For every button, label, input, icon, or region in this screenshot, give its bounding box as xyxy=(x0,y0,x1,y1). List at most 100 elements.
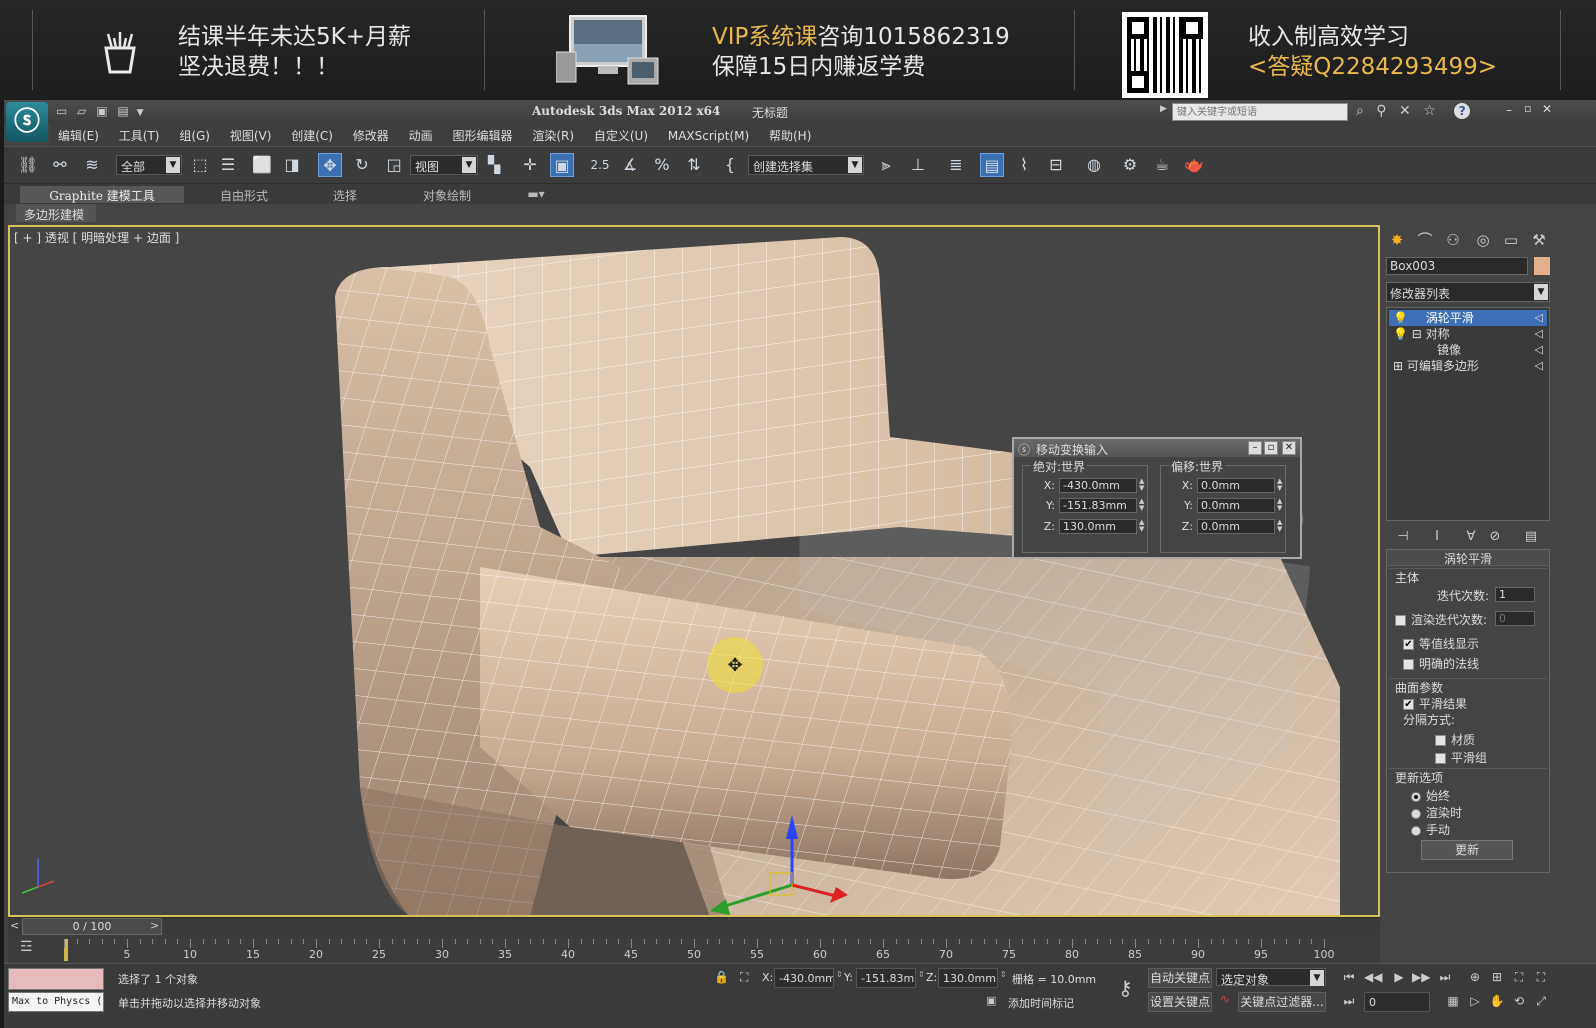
go-to-start-icon[interactable]: ⏮ xyxy=(1340,968,1358,986)
rectangle-selection-icon[interactable]: ⬜ xyxy=(250,153,274,177)
materials-checkbox[interactable] xyxy=(1435,735,1446,746)
spinner-icon[interactable]: ▲ ▼ xyxy=(1139,519,1147,534)
chevron-right-icon[interactable]: > xyxy=(150,919,159,932)
material-editor-icon[interactable]: ◍ xyxy=(1082,153,1106,177)
keyboard-shortcut-override-icon[interactable]: ▣ xyxy=(550,153,574,177)
render-production-icon[interactable]: 🫖 xyxy=(1182,153,1206,177)
selection-filter-dropdown[interactable]: 全部 ▼ xyxy=(116,155,182,175)
explicit-normals-checkbox[interactable] xyxy=(1403,659,1414,670)
iterations-input[interactable]: 1 xyxy=(1495,587,1535,602)
zoom-icon[interactable]: ⊕ xyxy=(1466,968,1484,986)
hierarchy-panel-icon[interactable]: ⚇ xyxy=(1442,229,1464,251)
stack-item-turbosmooth[interactable]: 💡 涡轮平滑 ◁ xyxy=(1389,310,1547,326)
spinner-icon[interactable]: ▲ ▼ xyxy=(1277,498,1285,513)
configure-modifier-sets-icon[interactable]: ▤ xyxy=(1522,529,1540,547)
align-icon[interactable]: ⊥ xyxy=(906,153,930,177)
chevron-left-icon[interactable]: < xyxy=(10,919,19,932)
pivot-center-icon[interactable]: ▚ xyxy=(482,153,506,177)
perspective-viewport[interactable]: ✥ [ + ] 透视 [ 明暗处理 + 边面 ] ⓢ 移动变换输入 – ▫ ✕ … xyxy=(8,225,1380,917)
snaps-toggle-icon[interactable]: 2.5 xyxy=(588,153,612,177)
minimize-icon[interactable]: – xyxy=(1506,103,1512,117)
close-icon[interactable]: ✕ xyxy=(1542,102,1552,116)
link-icon[interactable]: ⛓ xyxy=(16,153,40,177)
offset-y-input[interactable]: 0.0mm xyxy=(1197,498,1275,513)
abs-x-input[interactable]: -430.0mm xyxy=(1059,478,1137,493)
render-iterations-input[interactable]: 0 xyxy=(1495,611,1535,626)
menu-views[interactable]: 视图(V) xyxy=(222,124,280,144)
star-icon[interactable]: ☆ xyxy=(1423,103,1436,119)
bind-space-warp-icon[interactable]: ≋ xyxy=(80,153,104,177)
utilities-panel-icon[interactable]: ⚒ xyxy=(1528,229,1550,251)
menu-create[interactable]: 创建(C) xyxy=(283,124,341,144)
x-coordinate-input[interactable]: -430.0mm xyxy=(774,968,834,988)
always-radio[interactable] xyxy=(1411,791,1421,802)
modify-panel-icon[interactable]: ⌒ xyxy=(1414,229,1436,251)
tab-object-paint[interactable]: 对象绘制 xyxy=(412,186,482,203)
show-end-result-icon[interactable]: Ⅰ xyxy=(1428,529,1446,547)
chevron-down-icon[interactable]: ▼ xyxy=(137,108,144,118)
mirror-icon[interactable]: ⫸ xyxy=(874,153,898,177)
spinner-icon[interactable]: ⇕ xyxy=(918,970,925,979)
isoline-checkbox[interactable]: ✔ xyxy=(1403,639,1414,650)
key-mode-toggle-icon[interactable]: ⏭ xyxy=(1340,992,1358,1010)
lightbulb-icon[interactable]: 💡 xyxy=(1393,327,1408,341)
maximize-viewport-icon[interactable]: ⤢ xyxy=(1532,992,1550,1010)
maximize-icon[interactable]: ▫ xyxy=(1524,102,1531,115)
tab-freeform[interactable]: 自由形式 xyxy=(204,186,284,203)
orbit-icon[interactable]: ⟲ xyxy=(1510,992,1528,1010)
exchange-icon[interactable]: ✕ xyxy=(1399,103,1411,119)
window-crossing-icon[interactable]: ◨ xyxy=(280,153,304,177)
key-icon[interactable]: ⚲ xyxy=(1376,103,1386,119)
edit-named-selection-icon[interactable]: { xyxy=(718,153,742,177)
when-rendering-radio[interactable] xyxy=(1411,808,1421,819)
maximize-icon[interactable]: ▫ xyxy=(1264,441,1278,455)
motion-panel-icon[interactable]: ◎ xyxy=(1472,229,1494,251)
menu-group[interactable]: 组(G) xyxy=(171,124,218,144)
graphite-ribbon-icon[interactable]: ▤ xyxy=(980,153,1004,177)
zoom-extents-icon[interactable]: ⛶ xyxy=(1510,968,1528,986)
y-coordinate-input[interactable]: -151.83mm xyxy=(856,968,916,988)
display-panel-icon[interactable]: ▭ xyxy=(1500,229,1522,251)
menu-graph-editors[interactable]: 图形编辑器 xyxy=(444,124,520,144)
dialog-title-bar[interactable]: ⓢ 移动变换输入 – ▫ ✕ xyxy=(1014,439,1300,457)
maxscript-listener[interactable] xyxy=(8,968,104,990)
help-icon[interactable]: ? xyxy=(1454,103,1471,119)
previous-frame-icon[interactable]: ◀◀ xyxy=(1364,968,1382,986)
select-and-scale-icon[interactable]: ◲ xyxy=(382,153,406,177)
select-object-icon[interactable]: ⬚ xyxy=(188,153,212,177)
rendered-frame-window-icon[interactable]: ☕ xyxy=(1150,153,1174,177)
track-bar[interactable]: ☲ 5 10 15 20 25 30 35 40 45 50 55 60 65 70 75 80 85 90 95 1… xyxy=(8,935,1380,963)
lock-selection-icon[interactable]: 🔒 xyxy=(714,970,729,984)
render-iterations-checkbox[interactable] xyxy=(1395,615,1406,626)
select-and-rotate-icon[interactable]: ↻ xyxy=(350,153,374,177)
chevron-right-icon[interactable]: ▶ xyxy=(1160,104,1167,114)
tab-graphite-modeling[interactable]: Graphite 建模工具 xyxy=(20,186,184,203)
key-mode-dropdown[interactable]: 选定对象 ▼ xyxy=(1216,968,1326,987)
stack-item-symmetry[interactable]: 💡 ⊟ 对称 ◁ xyxy=(1389,326,1547,342)
offset-z-input[interactable]: 0.0mm xyxy=(1197,519,1275,534)
update-button[interactable]: 更新 xyxy=(1421,840,1513,860)
named-selection-set-dropdown[interactable]: 创建选择集 ▼ xyxy=(748,155,864,175)
spinner-icon[interactable]: ▲ ▼ xyxy=(1139,498,1147,513)
unlink-icon[interactable]: ⚯ xyxy=(48,153,72,177)
collapse-icon[interactable]: ⊟ xyxy=(1412,327,1422,341)
menu-rendering[interactable]: 渲染(R) xyxy=(524,124,582,144)
new-file-icon[interactable]: ▭ xyxy=(56,104,67,118)
go-to-end-icon[interactable]: ⏭ xyxy=(1436,968,1454,986)
modifier-list-dropdown[interactable]: 修改器列表 ▼ xyxy=(1386,282,1550,302)
pin-stack-icon[interactable]: ⊣ xyxy=(1394,529,1412,547)
field-of-view-icon[interactable]: ▷ xyxy=(1466,992,1484,1010)
expand-icon[interactable]: ⊞ xyxy=(1393,359,1403,373)
auto-key-button[interactable]: 自动关键点 xyxy=(1148,968,1212,988)
next-frame-icon[interactable]: ▶▶ xyxy=(1412,968,1430,986)
menu-edit[interactable]: 编辑(E) xyxy=(50,124,107,144)
spinner-icon[interactable]: ▲ ▼ xyxy=(1139,478,1147,493)
app-logo-button[interactable]: ⓢ xyxy=(6,102,48,142)
pan-view-icon[interactable]: ✋ xyxy=(1488,992,1506,1010)
spinner-icon[interactable]: ⇕ xyxy=(1000,970,1007,979)
smoothing-groups-checkbox[interactable] xyxy=(1435,753,1446,764)
smooth-result-checkbox[interactable]: ✔ xyxy=(1403,699,1414,710)
zoom-extents-all-icon[interactable]: ⛶ xyxy=(1532,968,1550,986)
absolute-mode-icon[interactable]: ⛶ xyxy=(740,970,748,985)
menu-customize[interactable]: 自定义(U) xyxy=(586,124,656,144)
